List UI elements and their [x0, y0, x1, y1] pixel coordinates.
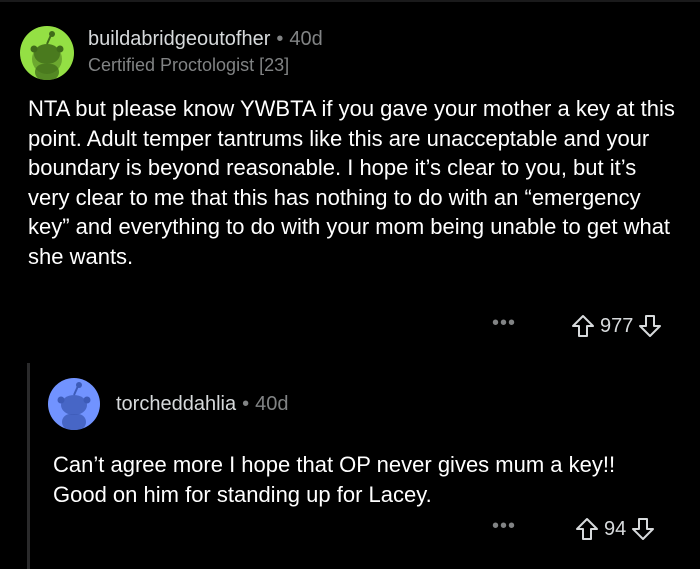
- thread-line[interactable]: [27, 363, 30, 569]
- upvote-arrow-icon: [572, 315, 594, 337]
- downvote-arrow-icon: [639, 315, 662, 337]
- meta-separator: •: [242, 393, 250, 415]
- reddit-snoo-icon: [30, 31, 64, 80]
- downvote-arrow-icon: [632, 518, 655, 540]
- more-options-button[interactable]: •••: [484, 516, 524, 536]
- reply-body: Can’t agree more I hope that OP never gi…: [53, 452, 616, 507]
- meta-separator: •: [276, 28, 284, 50]
- avatar[interactable]: [20, 26, 74, 80]
- comment-username[interactable]: buildabridgeoutofher: [88, 28, 270, 50]
- upvote-button[interactable]: [574, 516, 600, 542]
- reply-age: 40d: [255, 393, 289, 415]
- reply-avatar[interactable]: [48, 378, 100, 430]
- comment-actions: ••• 977: [484, 311, 663, 341]
- vote-score: 94: [604, 517, 627, 540]
- upvote-arrow-icon: [576, 518, 598, 540]
- reddit-snoo-icon: [57, 382, 91, 430]
- reply-actions: ••• 94: [484, 514, 656, 544]
- user-flair: Certified Proctologist [23]: [88, 55, 290, 75]
- comment-header: buildabridgeoutofher • 40d: [88, 28, 323, 51]
- top-divider: [0, 0, 700, 2]
- comment-body: NTA but please know YWBTA if you gave yo…: [28, 96, 675, 269]
- downvote-button[interactable]: [630, 516, 656, 542]
- reply-header: torcheddahlia • 40d: [116, 393, 288, 416]
- comment-age: 40d: [289, 28, 323, 50]
- upvote-button[interactable]: [570, 313, 596, 339]
- more-options-button[interactable]: •••: [484, 313, 524, 333]
- downvote-button[interactable]: [637, 313, 663, 339]
- vote-score: 977: [600, 314, 634, 337]
- reply-username[interactable]: torcheddahlia: [116, 393, 236, 415]
